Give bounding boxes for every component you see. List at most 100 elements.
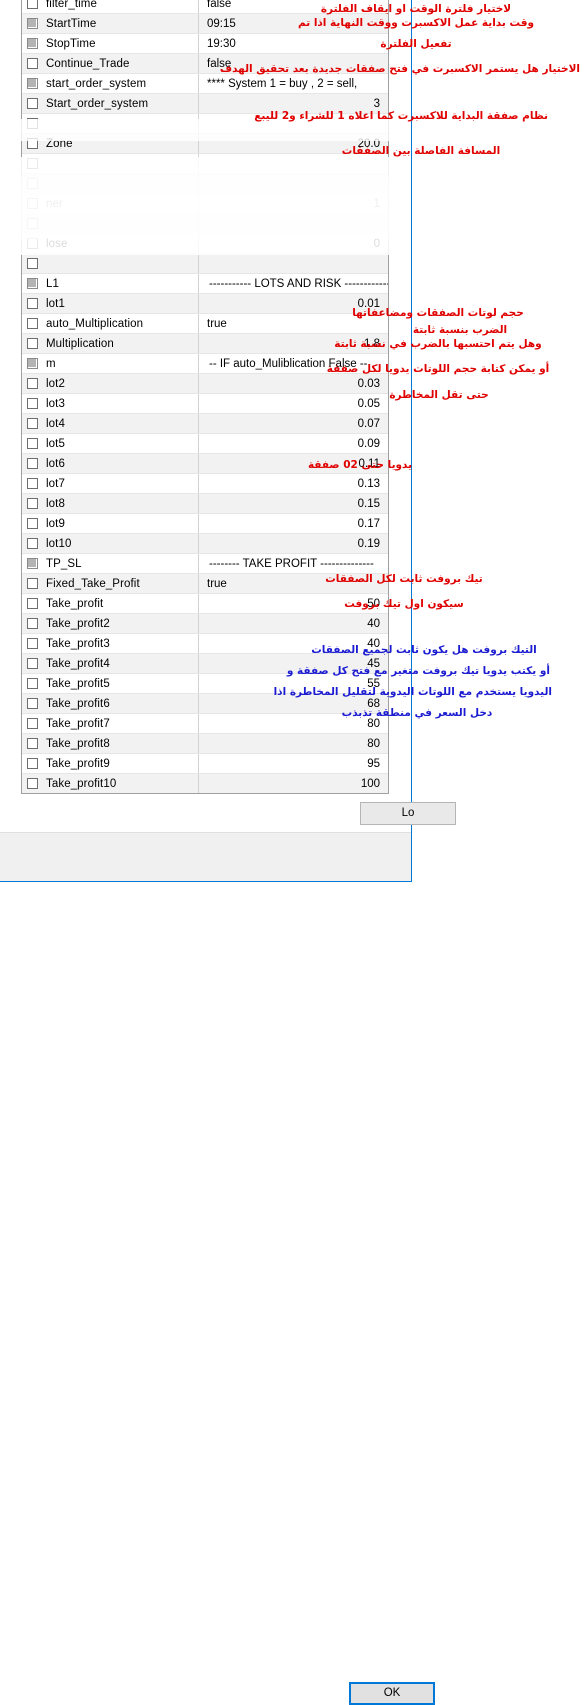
annotation-text: تفعيل الفلترة bbox=[380, 38, 452, 50]
parameter-name: start_order_system bbox=[46, 78, 147, 90]
parameter-value[interactable]: 0.13 bbox=[198, 474, 388, 493]
parameter-value[interactable]: 40 bbox=[198, 614, 388, 633]
parameter-name: lot8 bbox=[46, 498, 65, 510]
parameter-value[interactable]: 80 bbox=[198, 734, 388, 753]
parameter-value[interactable]: 0.17 bbox=[198, 514, 388, 533]
parameter-value[interactable] bbox=[198, 254, 388, 273]
annotation-text: حتى تقل المخاطرة bbox=[389, 389, 489, 401]
table-row[interactable] bbox=[22, 214, 388, 234]
parameter-name: lot10 bbox=[46, 538, 72, 550]
annotation-text: دخل السعر في منطقة تذبذب bbox=[341, 707, 493, 719]
table-row[interactable]: lot4 0.07 bbox=[22, 414, 388, 434]
parameter-value[interactable]: 0.19 bbox=[198, 534, 388, 553]
parameter-name: lot4 bbox=[46, 418, 65, 430]
parameter-name: Take_profit10 bbox=[46, 778, 117, 790]
parameter-name: Take_profit9 bbox=[46, 758, 110, 770]
annotation-text: سيكون اول تيك بروفت bbox=[344, 598, 464, 610]
table-row[interactable]: lot5 0.09 bbox=[22, 434, 388, 454]
annotation-text: يدويا حتى 20 صفقة bbox=[307, 459, 413, 471]
parameter-name: lot2 bbox=[46, 378, 65, 390]
table-row[interactable]: lot8 0.15 bbox=[22, 494, 388, 514]
parameter-name: Take_profit5 bbox=[46, 678, 110, 690]
parameter-name: Take_profit8 bbox=[46, 738, 110, 750]
annotation-text: التيك بروفت هل يكون ثابت لجميع الصفقات bbox=[311, 644, 537, 656]
parameter-name: lot3 bbox=[46, 398, 65, 410]
parameter-value[interactable]: 0 bbox=[198, 234, 388, 253]
parameter-name: lot6 bbox=[46, 458, 65, 470]
parameter-name: lot1 bbox=[46, 298, 65, 310]
table-row[interactable]: Take_profit8 80 bbox=[22, 734, 388, 754]
parameter-name: StartTime bbox=[46, 18, 97, 30]
annotation-text: اليدويا يستخدم مع اللوتات اليدوية لتقليل… bbox=[273, 686, 552, 698]
annotation-text: وهل يتم احتسبها بالضرب في نسبة ثابتة bbox=[334, 338, 542, 350]
parameter-name: Take_profit bbox=[46, 598, 104, 610]
parameter-name: Take_profit4 bbox=[46, 658, 110, 670]
parameter-name: Take_profit2 bbox=[46, 618, 110, 630]
parameter-name: L1 bbox=[46, 278, 59, 290]
parameter-name: m bbox=[46, 358, 56, 370]
parameter-value[interactable] bbox=[198, 214, 388, 233]
parameter-value[interactable]: 0.09 bbox=[198, 434, 388, 453]
parameter-name: Take_profit7 bbox=[46, 718, 110, 730]
parameter-name: lot5 bbox=[46, 438, 65, 450]
annotation-text: لاختيار فلترة الوقت او ايقاف الفلترة bbox=[320, 3, 512, 15]
parameter-name bbox=[22, 174, 198, 193]
parameter-name: Zone bbox=[46, 138, 73, 150]
parameter-value[interactable]: 100 bbox=[198, 774, 388, 793]
table-row[interactable]: Take_profit10 100 bbox=[22, 774, 388, 793]
parameter-name: lose bbox=[46, 238, 68, 250]
parameter-name: Continue_Trade bbox=[46, 58, 130, 70]
table-row[interactable]: L1 ----------- LOTS AND RISK ------------… bbox=[22, 274, 388, 294]
parameter-value[interactable]: -------- TAKE PROFIT -------------- bbox=[198, 554, 388, 573]
annotation-text: وقت بداية عمل الاكسبرت ووقت النهاية اذا … bbox=[297, 17, 534, 29]
parameter-name: filter_time bbox=[46, 0, 97, 10]
annotation-text: أو يمكن كتابة حجم اللوتات يدويا لكل صفقة bbox=[326, 363, 550, 375]
load-button[interactable]: Lo bbox=[360, 802, 456, 825]
parameter-name: Multiplication bbox=[46, 338, 114, 350]
parameter-name bbox=[22, 154, 198, 173]
parameter-value[interactable]: ----------- LOTS AND RISK -------------- bbox=[198, 274, 388, 293]
parameter-name: Fixed_Take_Profit bbox=[46, 578, 140, 590]
parameter-name: Take_profit6 bbox=[46, 698, 110, 710]
table-row[interactable]: ner 1 bbox=[22, 194, 388, 214]
parameter-name: StopTime bbox=[46, 38, 96, 50]
expert-inputs-dialog: filter_time false StartTime 09:15 StopTime 19… bbox=[0, 0, 456, 1705]
table-row[interactable]: lot2 0.03 bbox=[22, 374, 388, 394]
parameter-name: Take_profit3 bbox=[46, 638, 110, 650]
dialog-footer: OK bbox=[0, 832, 435, 1705]
parameter-name bbox=[22, 214, 198, 233]
table-row[interactable]: lot3 0.05 bbox=[22, 394, 388, 414]
annotation-text: الضرب بنسبة ثابتة bbox=[412, 324, 508, 336]
table-row[interactable] bbox=[22, 174, 388, 194]
table-row[interactable]: TP_SL -------- TAKE PROFIT -------------- bbox=[22, 554, 388, 574]
parameter-name: lot7 bbox=[46, 478, 65, 490]
parameter-name: TP_SL bbox=[46, 558, 82, 570]
parameter-value[interactable] bbox=[198, 174, 388, 193]
table-row[interactable]: lot9 0.17 bbox=[22, 514, 388, 534]
table-row[interactable]: Take_profit9 95 bbox=[22, 754, 388, 774]
parameter-value[interactable]: 0.07 bbox=[198, 414, 388, 433]
table-row[interactable]: Take_profit2 40 bbox=[22, 614, 388, 634]
annotation-text: الاختيار هل يستمر الاكسبرت في فتح صفقات … bbox=[219, 63, 580, 75]
ok-button[interactable]: OK bbox=[349, 1682, 435, 1705]
annotation-text: المسافة الفاصلة بين الصفقات bbox=[341, 145, 501, 157]
table-row[interactable]: start_order_system **** System 1 = buy , … bbox=[22, 74, 388, 94]
parameter-name bbox=[22, 254, 198, 273]
annotation-text: حجم لوتات الصفقات ومضاعفاتها bbox=[352, 307, 524, 319]
parameter-value[interactable]: 1 bbox=[198, 194, 388, 213]
annotation-text: أو يكتب يدويا تيك بروفت متغير مع فتح كل … bbox=[286, 665, 550, 677]
parameter-name: Start_order_system bbox=[46, 98, 149, 110]
parameter-value[interactable]: **** System 1 = buy , 2 = sell, bbox=[198, 74, 388, 93]
table-row[interactable]: lot10 0.19 bbox=[22, 534, 388, 554]
parameter-name: ner bbox=[46, 198, 63, 210]
annotation-text: تيك بروفت ثابت لكل الصفقات bbox=[325, 573, 483, 585]
parameter-name: lot9 bbox=[46, 518, 65, 530]
annotation-text: نظام صفقة البداية للاكسبرت كما اعلاه 1 ل… bbox=[254, 110, 548, 122]
parameter-name bbox=[22, 114, 198, 133]
table-row[interactable]: lot7 0.13 bbox=[22, 474, 388, 494]
parameter-value[interactable]: 0.15 bbox=[198, 494, 388, 513]
parameter-value[interactable]: 95 bbox=[198, 754, 388, 773]
parameter-name: auto_Multiplication bbox=[46, 318, 144, 330]
table-row[interactable] bbox=[22, 254, 388, 274]
table-row[interactable]: lose 0 bbox=[22, 234, 388, 254]
